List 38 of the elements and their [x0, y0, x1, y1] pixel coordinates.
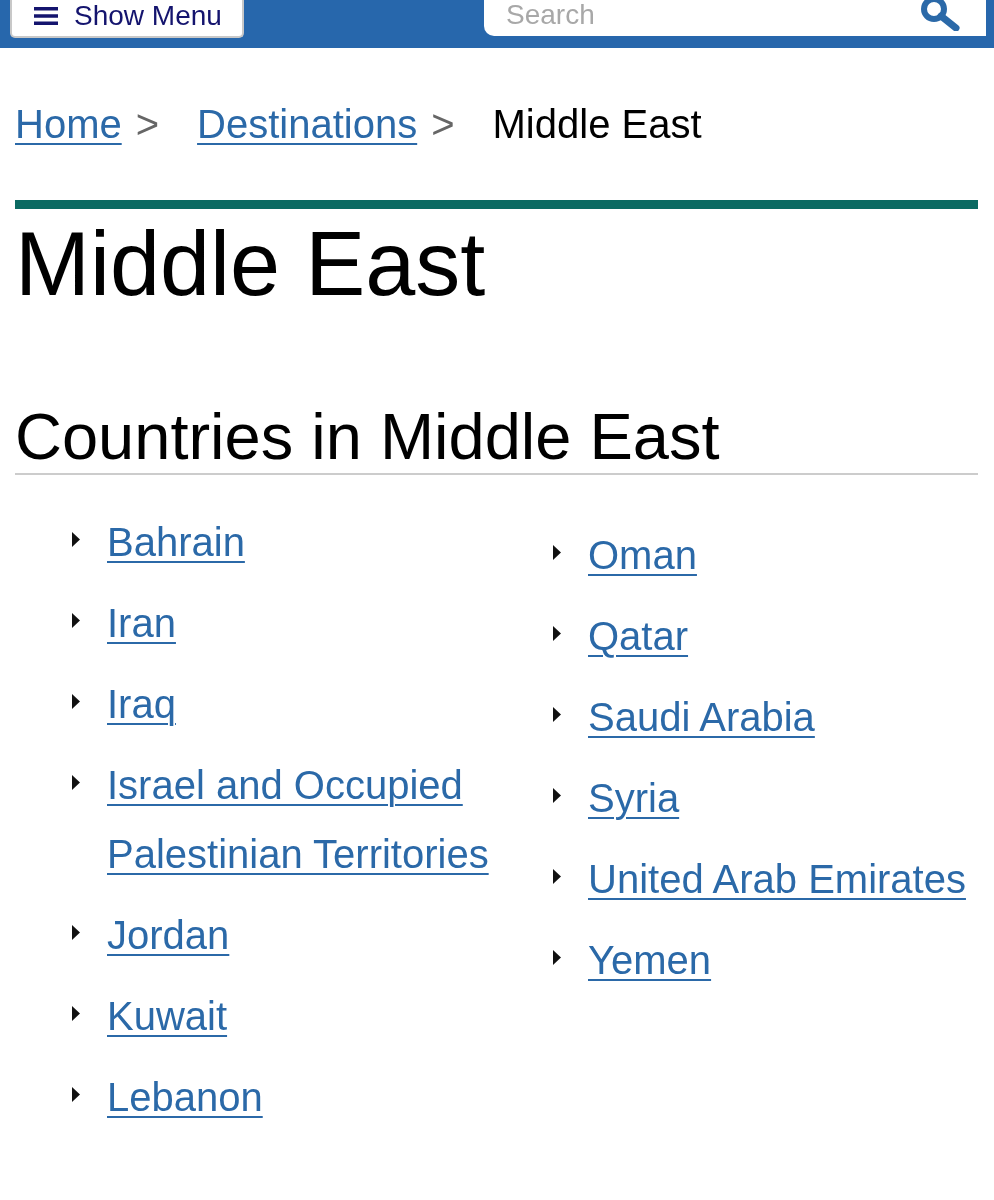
- country-link[interactable]: Iraq: [107, 670, 176, 739]
- triangle-bullet-icon: [72, 532, 80, 547]
- triangle-bullet-icon: [553, 545, 561, 560]
- page-title: Middle East: [15, 215, 487, 314]
- country-link[interactable]: Bahrain: [107, 508, 245, 577]
- breadcrumb-link[interactable]: Home: [15, 101, 122, 147]
- country-link[interactable]: Iran: [107, 589, 176, 658]
- country-link[interactable]: Yemen: [588, 926, 712, 995]
- menu-icon: [34, 7, 58, 25]
- triangle-bullet-icon: [72, 925, 80, 940]
- country-link[interactable]: Lebanon: [107, 1063, 263, 1132]
- triangle-bullet-icon: [72, 1006, 80, 1021]
- show-menu-button[interactable]: Show Menu: [10, 0, 244, 38]
- triangle-bullet-icon: [553, 626, 561, 641]
- search-icon: [920, 0, 960, 31]
- breadcrumb-separator: >: [135, 101, 160, 147]
- breadcrumb-link[interactable]: Destinations: [197, 101, 418, 147]
- section-heading: Countries in Middle East: [15, 401, 978, 475]
- country-link[interactable]: Syria: [588, 764, 680, 833]
- search-button[interactable]: [912, 0, 986, 36]
- triangle-bullet-icon: [553, 707, 561, 722]
- country-link[interactable]: Oman: [588, 521, 697, 590]
- country-link[interactable]: Saudi Arabia: [588, 683, 815, 752]
- triangle-bullet-icon: [72, 1087, 80, 1102]
- breadcrumb-current: Middle East: [492, 101, 702, 147]
- breadcrumb-separator: >: [431, 101, 455, 147]
- search-field[interactable]: Search: [484, 0, 912, 36]
- country-link[interactable]: Jordan: [107, 901, 230, 970]
- triangle-bullet-icon: [553, 869, 561, 884]
- triangle-bullet-icon: [553, 788, 561, 803]
- triangle-bullet-icon: [553, 950, 561, 965]
- country-link[interactable]: Kuwait: [107, 982, 228, 1051]
- country-link[interactable]: United Arab Emirates: [588, 845, 966, 914]
- triangle-bullet-icon: [72, 694, 80, 709]
- triangle-bullet-icon: [72, 775, 80, 790]
- triangle-bullet-icon: [72, 613, 80, 628]
- country-link[interactable]: Israel and Occupied Palestinian Territories: [107, 751, 500, 889]
- country-link[interactable]: Qatar: [588, 602, 689, 671]
